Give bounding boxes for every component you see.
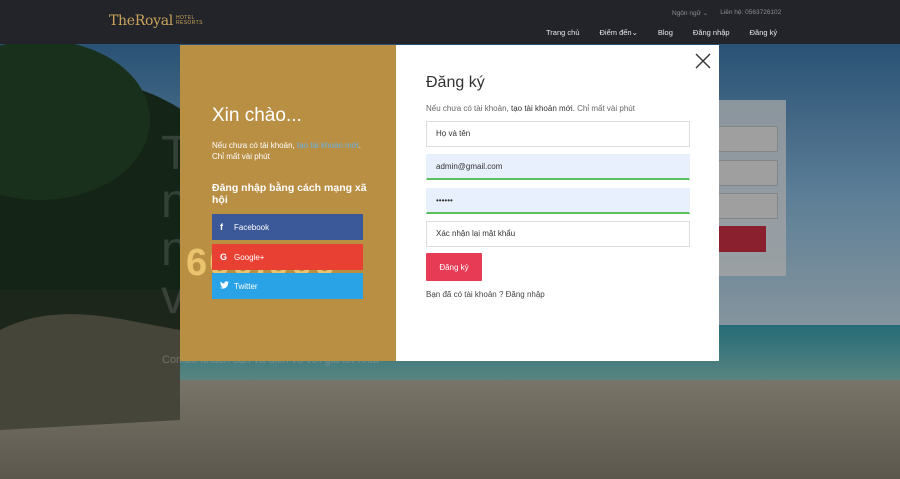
- utility-bar: Ngôn ngữ ⌄ Liên hệ: 0563726102: [672, 9, 781, 17]
- password-field[interactable]: ••••••: [426, 188, 690, 214]
- intro-text: Nếu chưa có tài khoản,: [212, 141, 297, 150]
- nav-item-destinations[interactable]: Điểm đến⌄: [600, 28, 638, 37]
- site-header: TheRoyal HOTEL RESORTS Ngôn ngữ ⌄ Liên h…: [0, 0, 900, 44]
- create-account-link[interactable]: tạo tài khoản mới: [297, 141, 359, 150]
- nav-item-register[interactable]: Đăng ký: [750, 28, 778, 37]
- logo-tagline: HOTEL RESORTS: [176, 16, 203, 26]
- subtitle-text-end: Chỉ mất vài phút: [574, 104, 635, 113]
- nav-item-home[interactable]: Trang chủ: [546, 28, 580, 37]
- contact-info: Liên hệ: 0563726102: [720, 9, 782, 16]
- google-label: Google+: [234, 252, 265, 262]
- create-account-text: tạo tài khoản mới.: [510, 104, 575, 113]
- facebook-label: Facebook: [234, 222, 270, 232]
- close-icon[interactable]: [695, 53, 711, 69]
- facebook-login-button[interactable]: f Facebook: [212, 214, 363, 240]
- login-prompt-link[interactable]: Bạn đã có tài khoản ? Đăng nhập: [426, 290, 545, 299]
- nav-item-login[interactable]: Đăng nhập: [693, 28, 730, 37]
- register-modal: 600.000 Xin chào... Nếu chưa có tài khoả…: [180, 45, 719, 361]
- register-title: Đăng ký: [426, 74, 485, 91]
- register-subtitle: Nếu chưa có tài khoản, tạo tài khoản mới…: [426, 104, 635, 113]
- google-icon: G: [220, 252, 228, 262]
- modal-left-panel: 600.000 Xin chào... Nếu chưa có tài khoả…: [180, 45, 396, 361]
- twitter-login-button[interactable]: Twitter: [212, 273, 363, 299]
- register-button[interactable]: Đăng ký: [426, 253, 482, 281]
- facebook-icon: f: [220, 222, 223, 232]
- google-login-button[interactable]: G Google+: [212, 244, 363, 270]
- email-field[interactable]: admin@gmail.com: [426, 154, 690, 180]
- greeting-title: Xin chào...: [212, 105, 302, 126]
- social-login-heading: Đăng nhập bằng cách mạng xã hội: [212, 182, 367, 206]
- greeting-intro: Nếu chưa có tài khoản, tạo tài khoản mới…: [212, 140, 368, 162]
- twitter-icon: [220, 281, 234, 291]
- site-logo[interactable]: TheRoyal HOTEL RESORTS: [109, 13, 203, 29]
- nav-item-blog[interactable]: Blog: [658, 28, 673, 37]
- main-nav: Trang chủ Điểm đến⌄ Blog Đăng nhập Đăng …: [546, 28, 797, 37]
- language-selector[interactable]: Ngôn ngữ ⌄: [672, 9, 708, 17]
- logo-tagline-bottom: RESORTS: [175, 20, 203, 26]
- modal-right-panel: Đăng ký Nếu chưa có tài khoản, tạo tài k…: [396, 45, 719, 361]
- subtitle-text: Nếu chưa có tài khoản,: [426, 104, 511, 113]
- confirm-password-field[interactable]: Xác nhận lại mật khẩu: [426, 221, 690, 247]
- logo-wordmark: TheRoyal: [109, 13, 173, 29]
- fullname-field[interactable]: Họ và tên: [426, 121, 690, 147]
- twitter-label: Twitter: [234, 281, 258, 291]
